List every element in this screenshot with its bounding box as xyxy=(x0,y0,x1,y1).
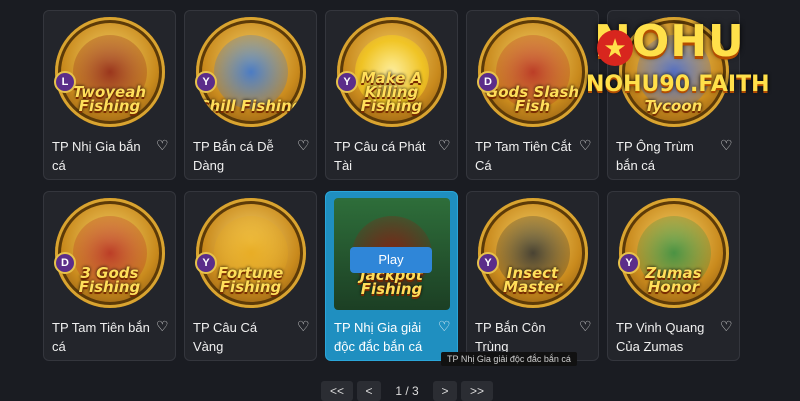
provider-badge: Y xyxy=(618,252,640,274)
page-indicator: 1 / 3 xyxy=(395,384,419,398)
favorite-heart-icon[interactable]: ♡ xyxy=(579,138,593,152)
last-page-button[interactable]: >> xyxy=(461,381,493,401)
game-title: TP Nhị Gia bắn cá xyxy=(52,139,141,173)
game-card-make-a-killing[interactable]: Make A Killing Fishing Y TP Câu cá Phát … xyxy=(325,10,458,180)
favorite-heart-icon[interactable]: ♡ xyxy=(156,138,170,152)
game-title: TP Nhị Gia giải độc đắc bắn cá xyxy=(334,320,423,354)
favorite-heart-icon[interactable]: ♡ xyxy=(438,319,452,333)
game-title: TP Tam Tiên bắn cá xyxy=(52,320,150,354)
game-card-chill-fishing[interactable]: Chill Fishing Y TP Bắn cá Dễ Dàng ♡ xyxy=(184,10,317,180)
provider-badge: Y xyxy=(195,71,217,93)
provider-badge: D xyxy=(54,252,76,274)
game-title: TP Bắn Côn Trùng xyxy=(475,320,546,354)
favorite-heart-icon[interactable]: ♡ xyxy=(297,319,311,333)
game-card-3-gods-fishing[interactable]: 3 Gods Fishing D TP Tam Tiên bắn cá ♡ xyxy=(43,191,176,361)
provider-badge: D xyxy=(477,71,499,93)
game-title-tooltip: TP Nhị Gia giải độc đắc bắn cá xyxy=(441,352,577,366)
star-icon: ★ xyxy=(597,30,633,66)
game-card-twoyeah-fishing[interactable]: Twoyeah Fishing L TP Nhị Gia bắn cá ♡ xyxy=(43,10,176,180)
game-title: TP Câu cá Phát Tài xyxy=(334,139,426,173)
game-card-fortune-fishing[interactable]: Fortune Fishing Y TP Câu Cá Vàng ♡ xyxy=(184,191,317,361)
favorite-heart-icon[interactable]: ♡ xyxy=(438,138,452,152)
prev-page-button[interactable]: < xyxy=(357,381,381,401)
provider-badge: L xyxy=(54,71,76,93)
provider-badge: Y xyxy=(336,71,358,93)
game-title: TP Bắn cá Dễ Dàng xyxy=(193,139,274,173)
game-card-zumas-honor[interactable]: Zumas Honor Y TP Vinh Quang Của Zumas ♡ xyxy=(607,191,740,361)
game-card-twoyeah-jackpot[interactable]: Twoyeah Jackpot Fishing Play TP Nhị Gia … xyxy=(325,191,458,361)
favorite-heart-icon[interactable]: ♡ xyxy=(720,319,734,333)
game-title: TP Ông Trùm bắn cá xyxy=(616,139,694,173)
favorite-heart-icon[interactable]: ♡ xyxy=(579,319,593,333)
provider-badge: Y xyxy=(195,252,217,274)
provider-badge: Y xyxy=(477,252,499,274)
game-title: TP Câu Cá Vàng xyxy=(193,320,258,354)
watermark-logo: NOHU ★ NOHU90.FAITH xyxy=(564,14,800,114)
first-page-button[interactable]: << xyxy=(321,381,353,401)
game-title: TP Vinh Quang Của Zumas xyxy=(616,320,705,354)
next-page-button[interactable]: > xyxy=(433,381,457,401)
play-button[interactable]: Play xyxy=(350,247,432,273)
favorite-heart-icon[interactable]: ♡ xyxy=(720,138,734,152)
game-logo: Chill Fishing xyxy=(198,97,303,115)
favorite-heart-icon[interactable]: ♡ xyxy=(297,138,311,152)
favorite-heart-icon[interactable]: ♡ xyxy=(156,319,170,333)
game-card-insect-master[interactable]: Insect Master Y TP Bắn Côn Trùng ♡ xyxy=(466,191,599,361)
game-title: TP Tam Tiên Cắt Cá xyxy=(475,139,572,173)
brand-site: NOHU90.FAITH xyxy=(586,72,770,97)
